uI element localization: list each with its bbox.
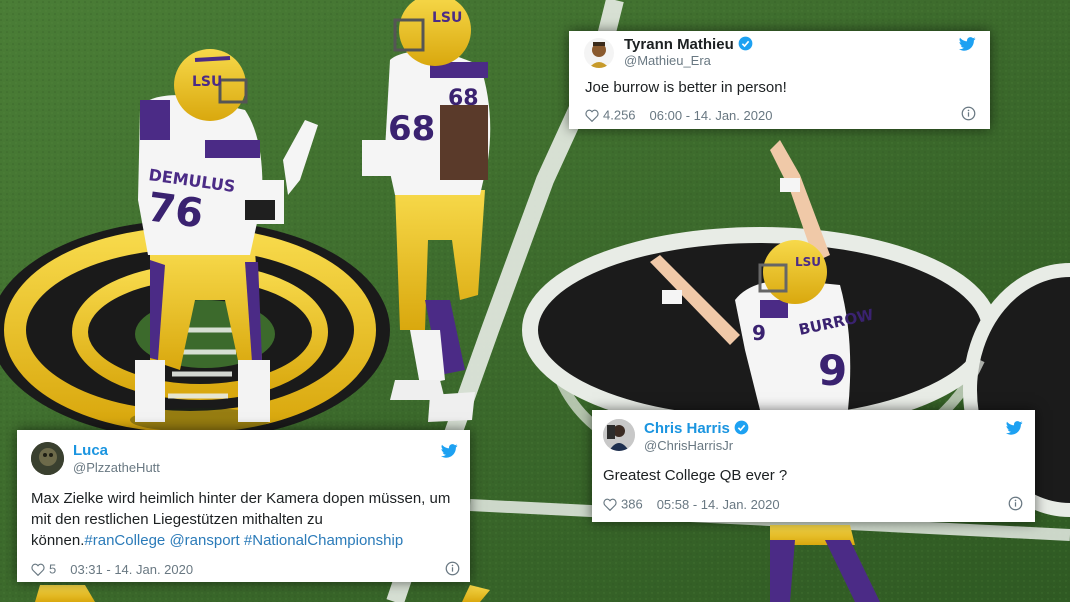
timestamp[interactable]: 06:00 - 14. Jan. 2020 xyxy=(650,108,773,123)
tweet-footer: 5 03:31 - 14. Jan. 2020 xyxy=(31,561,193,578)
avatar[interactable] xyxy=(584,38,614,68)
info-icon[interactable] xyxy=(445,561,460,576)
tweet-card-luca[interactable]: Luca @PlzzatheHutt Max Zielke wird heiml… xyxy=(17,430,470,582)
twitter-bird-icon[interactable] xyxy=(1006,421,1023,435)
helmet-logo-68: LSU xyxy=(432,10,462,26)
jersey-number-9-sleeve: 9 xyxy=(752,321,766,345)
tweet-text: Max Zielke wird heimlich hinter der Kame… xyxy=(31,488,461,551)
twitter-bird-icon[interactable] xyxy=(959,37,976,51)
timestamp[interactable]: 03:31 - 14. Jan. 2020 xyxy=(70,562,193,577)
info-icon[interactable] xyxy=(961,106,976,121)
mention-ransport[interactable]: @ransport xyxy=(169,532,239,549)
user-name[interactable]: Luca xyxy=(73,442,108,460)
avatar[interactable] xyxy=(31,442,64,475)
tweet-text: Joe burrow is better in person! xyxy=(585,79,787,96)
user-name-text: Tyrann Mathieu xyxy=(624,36,734,53)
timestamp[interactable]: 05:58 - 14. Jan. 2020 xyxy=(657,497,780,512)
heart-icon[interactable] xyxy=(585,109,599,123)
helmet-logo-76: LSU xyxy=(192,74,222,90)
hashtag-nationalchampionship[interactable]: #NationalChampionship xyxy=(244,532,403,549)
like-count[interactable]: 4.256 xyxy=(603,108,636,123)
user-name[interactable]: Chris Harris xyxy=(644,420,749,438)
twitter-bird-icon[interactable] xyxy=(441,444,458,458)
avatar[interactable] xyxy=(603,419,635,451)
user-handle[interactable]: @PlzzatheHutt xyxy=(73,460,160,476)
tweet-card-mathieu[interactable]: Tyrann Mathieu @Mathieu_Era Joe burrow i… xyxy=(569,31,990,129)
verified-badge-icon xyxy=(738,36,753,51)
hashtag-rancollege[interactable]: #ranCollege xyxy=(84,532,165,549)
like-count[interactable]: 5 xyxy=(49,562,56,577)
tweet-footer: 386 05:58 - 14. Jan. 2020 xyxy=(603,496,780,513)
heart-icon[interactable] xyxy=(31,563,45,577)
user-handle[interactable]: @Mathieu_Era xyxy=(624,53,711,69)
user-handle[interactable]: @ChrisHarrisJr xyxy=(644,438,733,454)
user-name[interactable]: Tyrann Mathieu xyxy=(624,36,753,54)
user-name-text: Luca xyxy=(73,442,109,459)
tweet-text: Greatest College QB ever ? xyxy=(603,467,788,484)
user-name-text: Chris Harris xyxy=(644,420,730,437)
tweet-card-harris[interactable]: Chris Harris @ChrisHarrisJr Greatest Col… xyxy=(592,410,1035,522)
info-icon[interactable] xyxy=(1008,496,1023,511)
tweet-footer: 4.256 06:00 - 14. Jan. 2020 xyxy=(585,107,772,124)
verified-badge-icon xyxy=(734,420,749,435)
like-count[interactable]: 386 xyxy=(621,497,643,512)
heart-icon[interactable] xyxy=(603,498,617,512)
helmet-logo-9: LSU xyxy=(795,255,821,269)
jersey-number-9: 9 xyxy=(818,346,847,395)
jersey-number-76: 76 xyxy=(145,184,207,237)
